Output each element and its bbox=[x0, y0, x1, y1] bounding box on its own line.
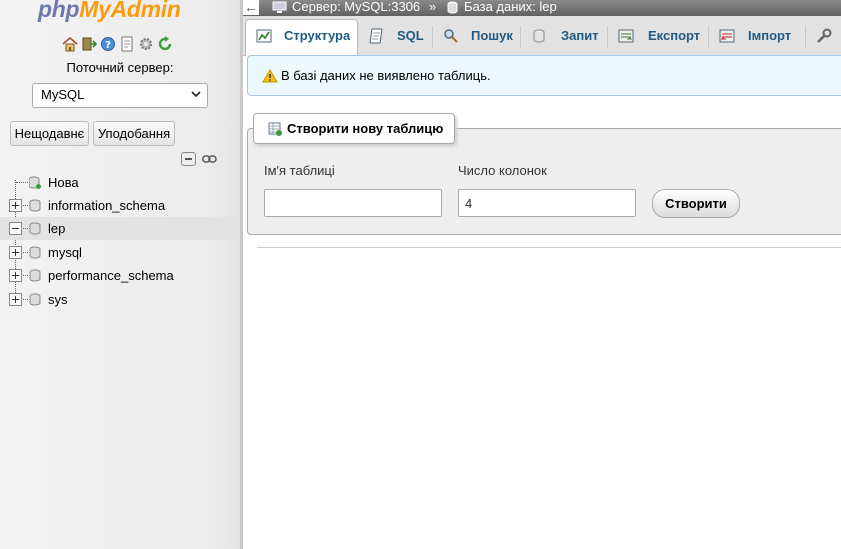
breadcrumb-server[interactable]: Сервер: MySQL:3306 bbox=[292, 0, 420, 14]
favorites-button[interactable]: Уподобання bbox=[93, 121, 175, 146]
table-name-input[interactable] bbox=[264, 189, 442, 217]
import-icon bbox=[719, 29, 735, 43]
tree-item-information-schema[interactable]: information_schema bbox=[0, 194, 240, 217]
notice-box: В базі даних не виявлено таблиць. bbox=[247, 55, 841, 96]
nav-icon-bar: ? bbox=[62, 36, 173, 52]
structure-icon bbox=[256, 29, 272, 43]
create-table-fieldset bbox=[247, 128, 841, 235]
tree-item-label[interactable]: performance_schema bbox=[48, 268, 174, 283]
recent-button[interactable]: Нещодавнє bbox=[10, 121, 89, 146]
tree-item-label[interactable]: lep bbox=[48, 221, 65, 236]
tab-structure[interactable]: Структура bbox=[245, 19, 358, 56]
database-icon bbox=[447, 1, 458, 14]
tree-item-lep[interactable]: lep bbox=[0, 217, 240, 240]
tree-item-sys[interactable]: sys bbox=[0, 288, 240, 311]
tab-search[interactable]: Пошук bbox=[433, 20, 520, 55]
logout-icon[interactable] bbox=[81, 36, 98, 52]
breadcrumb-database[interactable]: База даних: lep bbox=[464, 0, 557, 14]
expand-icon[interactable] bbox=[9, 269, 22, 282]
column-count-label: Число колонок bbox=[458, 163, 547, 178]
database-icon bbox=[29, 293, 41, 306]
database-icon bbox=[29, 269, 41, 282]
expand-icon[interactable] bbox=[9, 199, 22, 212]
phpmyadmin-logo[interactable]: phpMyAdmin bbox=[38, 0, 181, 23]
export-icon bbox=[618, 29, 634, 43]
tree-item-label[interactable]: mysql bbox=[48, 245, 82, 260]
create-button[interactable]: Створити bbox=[652, 189, 740, 218]
current-server-label: Поточний сервер: bbox=[66, 60, 174, 75]
server-icon bbox=[272, 1, 287, 13]
chevron-down-icon bbox=[191, 91, 201, 98]
tree-item-label[interactable]: Нова bbox=[48, 175, 79, 190]
nav-resize-handle[interactable] bbox=[240, 0, 243, 549]
server-select[interactable]: MySQL bbox=[32, 83, 208, 108]
tab-import[interactable]: Імпорт bbox=[709, 20, 805, 55]
tree-item-label[interactable]: information_schema bbox=[48, 198, 165, 213]
collapse-icon[interactable] bbox=[9, 222, 22, 235]
tree-item-mysql[interactable]: mysql bbox=[0, 241, 240, 264]
breadcrumb-separator: » bbox=[429, 0, 437, 14]
tree-item-performance-schema[interactable]: performance_schema bbox=[0, 264, 240, 287]
docs-icon[interactable] bbox=[119, 36, 135, 52]
query-icon bbox=[533, 29, 545, 43]
expand-icon[interactable] bbox=[9, 246, 22, 259]
create-table-legend: Створити нову таблицю bbox=[253, 113, 455, 144]
database-icon bbox=[29, 246, 41, 259]
tab-operations[interactable] bbox=[806, 20, 841, 55]
tab-query[interactable]: Запит bbox=[521, 20, 607, 55]
table-name-label: Ім'я таблиці bbox=[264, 163, 335, 178]
wrench-icon bbox=[817, 28, 832, 43]
new-database-icon bbox=[29, 176, 41, 189]
sql-icon bbox=[369, 28, 383, 44]
notice-text: В базі даних не виявлено таблиць. bbox=[281, 68, 491, 83]
navigation-panel: phpMyAdmin ? Поточний сервер: MySQL Нещо… bbox=[0, 0, 240, 549]
warning-icon bbox=[262, 69, 278, 83]
home-icon[interactable] bbox=[62, 36, 78, 52]
help-icon[interactable]: ? bbox=[100, 36, 116, 52]
settings-icon[interactable] bbox=[138, 36, 154, 52]
tab-bar: Структура SQL Пошук Запит Експорт Імпорт bbox=[243, 16, 841, 56]
back-arrow-icon[interactable]: ← bbox=[243, 0, 259, 15]
link-icon[interactable] bbox=[202, 154, 217, 164]
database-icon bbox=[29, 222, 41, 235]
server-select-value: MySQL bbox=[41, 87, 85, 102]
table-add-icon bbox=[268, 122, 282, 136]
divider bbox=[257, 247, 841, 248]
expand-icon[interactable] bbox=[9, 293, 22, 306]
tab-export[interactable]: Експорт bbox=[608, 20, 708, 55]
column-count-input[interactable]: 4 bbox=[458, 189, 636, 217]
collapse-all-icon[interactable] bbox=[181, 152, 196, 166]
svg-text:?: ? bbox=[105, 40, 111, 51]
tab-sql[interactable]: SQL bbox=[359, 20, 432, 55]
tree-item-label[interactable]: sys bbox=[48, 292, 68, 307]
search-icon bbox=[444, 29, 458, 43]
tree-item-new[interactable]: Нова bbox=[0, 171, 240, 194]
breadcrumb: ← Сервер: MySQL:3306 » База даних: lep bbox=[243, 0, 841, 16]
reload-icon[interactable] bbox=[157, 36, 173, 52]
database-icon bbox=[29, 199, 41, 212]
